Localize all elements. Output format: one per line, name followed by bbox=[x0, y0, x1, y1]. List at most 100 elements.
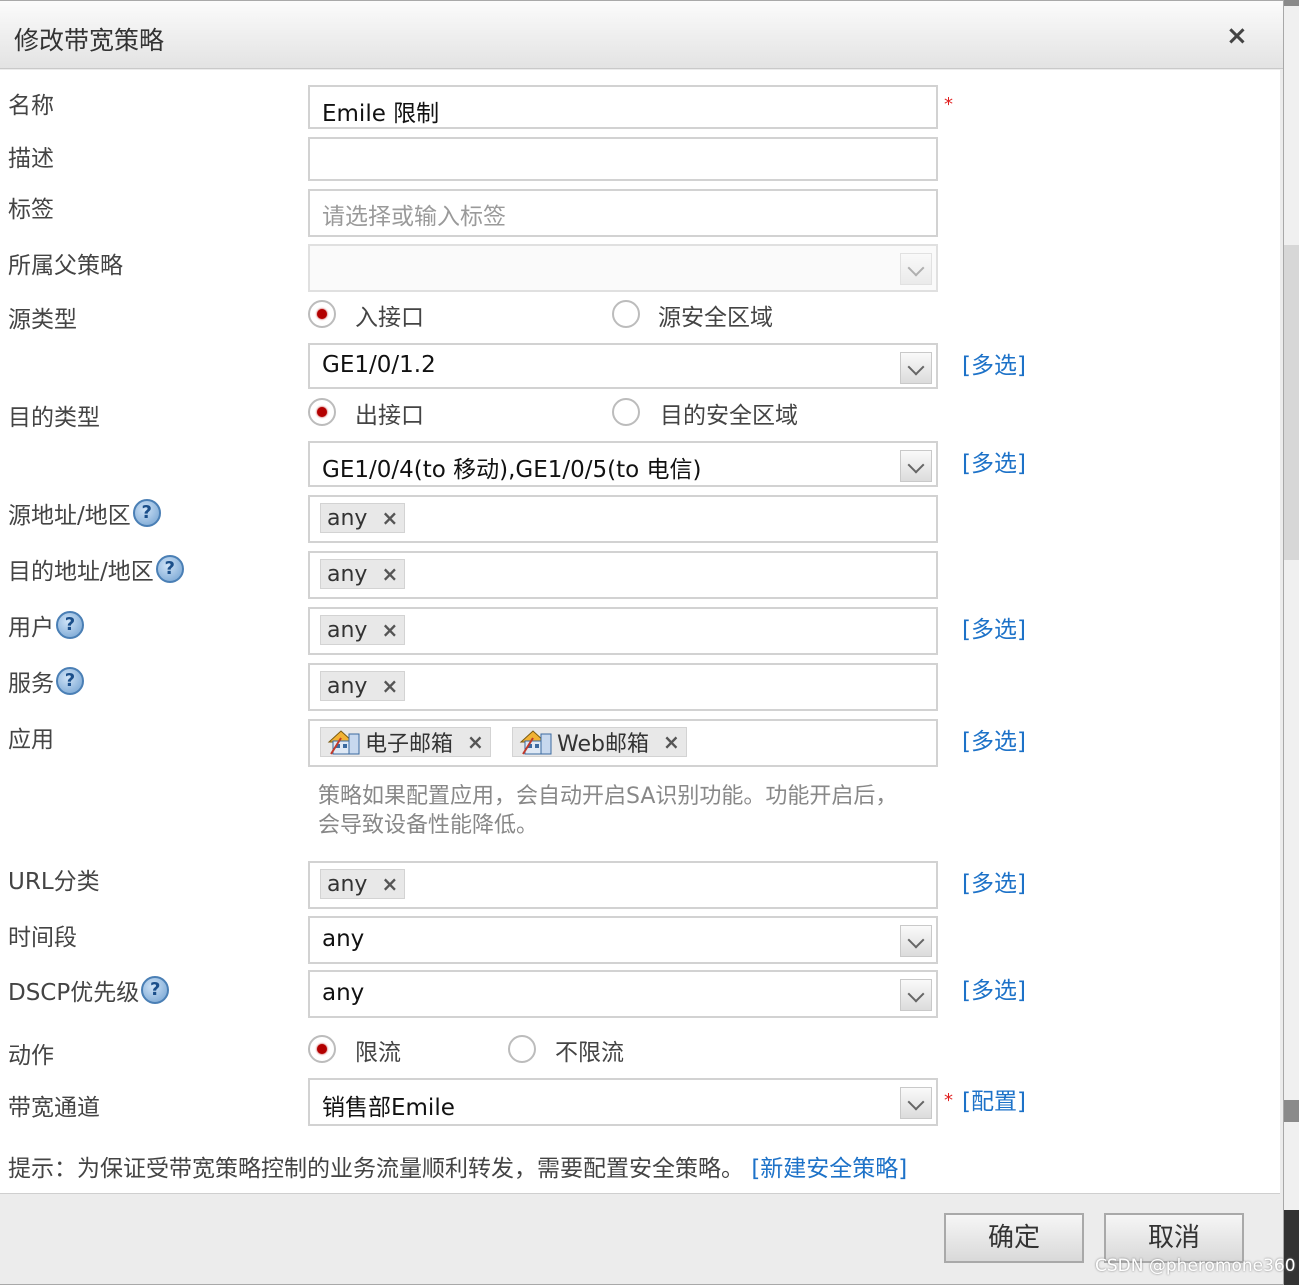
security-policy-tip: 提示：为保证受带宽策略控制的业务流量顺利转发，需要配置安全策略。 [新建安全策略… bbox=[8, 1149, 907, 1183]
bandwidth-channel-value: 销售部Emile bbox=[322, 1095, 455, 1121]
radio-rate-limit[interactable] bbox=[308, 1035, 336, 1063]
parent-policy-select[interactable] bbox=[308, 244, 938, 292]
dest-address-label: 目的地址/地区 ? bbox=[8, 552, 184, 586]
radio-rate-limit-label: 限流 bbox=[355, 1040, 401, 1066]
application-icon bbox=[519, 730, 552, 755]
tags-input[interactable]: 请选择或输入标签 bbox=[308, 189, 938, 237]
user-multi-select-link[interactable]: [多选] bbox=[962, 610, 1026, 644]
time-range-select[interactable]: any bbox=[308, 916, 938, 964]
chevron-down-icon[interactable] bbox=[900, 1087, 932, 1119]
action-label: 动作 bbox=[8, 1043, 54, 1069]
chevron-down-icon[interactable] bbox=[900, 450, 932, 482]
chevron-down-icon[interactable] bbox=[900, 925, 932, 957]
dest-interface-select[interactable]: GE1/0/4(to 移动),GE1/0/5(to 电信) bbox=[308, 441, 938, 487]
dest-interface-multi-select-link[interactable]: [多选] bbox=[962, 444, 1026, 478]
edit-bandwidth-policy-dialog: 修改带宽策略 × 名称 Emile 限制 * 描述 标签 请选择或输入标签 所属… bbox=[0, 0, 1284, 1285]
application-multi-select-link[interactable]: [多选] bbox=[962, 722, 1026, 756]
application-note: 策略如果配置应用，会自动开启SA识别功能。功能开启后，会导致设备性能降低。 bbox=[318, 784, 898, 838]
bandwidth-channel-config-link[interactable]: [配置] bbox=[962, 1082, 1026, 1116]
tip-text: 提示：为保证受带宽策略控制的业务流量顺利转发，需要配置安全策略。 bbox=[8, 1156, 744, 1182]
tag-remove-icon[interactable]: × bbox=[381, 618, 398, 642]
bandwidth-channel-label: 带宽通道 bbox=[8, 1095, 100, 1121]
name-input[interactable]: Emile 限制 bbox=[308, 85, 938, 129]
background-panel bbox=[1284, 245, 1299, 560]
tag-remove-icon[interactable]: × bbox=[381, 674, 398, 698]
help-icon[interactable]: ? bbox=[132, 499, 161, 527]
time-range-value: any bbox=[322, 926, 365, 952]
chevron-down-icon[interactable] bbox=[900, 979, 932, 1011]
dest-address-input[interactable]: any × bbox=[308, 551, 938, 599]
new-security-policy-link[interactable]: [新建安全策略] bbox=[751, 1156, 907, 1182]
source-address-input[interactable]: any × bbox=[308, 495, 938, 543]
radio-source-security-zone-label: 源安全区域 bbox=[658, 305, 773, 331]
tag-remove-icon[interactable]: × bbox=[381, 562, 398, 586]
application-tag-email: 电子邮箱 × bbox=[320, 727, 491, 757]
tags-placeholder: 请选择或输入标签 bbox=[322, 204, 506, 230]
application-label: 应用 bbox=[8, 727, 54, 753]
help-icon[interactable]: ? bbox=[155, 555, 184, 583]
bandwidth-channel-select[interactable]: 销售部Emile bbox=[308, 1078, 938, 1126]
user-label: 用户 ? bbox=[8, 608, 84, 642]
application-icon bbox=[327, 730, 360, 755]
radio-outbound-interface[interactable] bbox=[308, 398, 336, 426]
tag-remove-icon[interactable]: × bbox=[467, 730, 484, 754]
source-interface-value: GE1/0/1.2 bbox=[322, 352, 436, 378]
source-address-tag: any × bbox=[320, 503, 406, 533]
dest-type-label: 目的类型 bbox=[8, 405, 100, 431]
radio-inbound-interface[interactable] bbox=[308, 300, 336, 328]
tag-label: any bbox=[327, 561, 368, 587]
url-category-multi-select-link[interactable]: [多选] bbox=[962, 864, 1026, 898]
dscp-label-text: DSCP优先级 bbox=[8, 980, 140, 1006]
tag-remove-icon[interactable]: × bbox=[663, 730, 680, 754]
url-category-label: URL分类 bbox=[8, 869, 100, 895]
chevron-down-icon[interactable] bbox=[900, 352, 932, 384]
source-interface-select[interactable]: GE1/0/1.2 bbox=[308, 343, 938, 389]
tag-label: any bbox=[327, 673, 368, 699]
source-address-label: 源地址/地区 ? bbox=[8, 496, 161, 530]
user-input[interactable]: any × bbox=[308, 607, 938, 655]
service-label-text: 服务 bbox=[8, 671, 54, 697]
bandwidth-channel-required-mark: * bbox=[944, 1090, 953, 1111]
chevron-down-icon[interactable] bbox=[900, 253, 932, 285]
dscp-multi-select-link[interactable]: [多选] bbox=[962, 971, 1026, 1005]
time-range-label: 时间段 bbox=[8, 925, 77, 951]
url-category-input[interactable]: any × bbox=[308, 861, 938, 909]
help-icon[interactable]: ? bbox=[56, 667, 84, 695]
tag-label: any bbox=[327, 871, 368, 897]
tag-label: 电子邮箱 bbox=[365, 732, 454, 757]
close-icon[interactable]: × bbox=[1226, 21, 1248, 51]
radio-dest-security-zone-label: 目的安全区域 bbox=[660, 403, 798, 429]
name-input-value: Emile 限制 bbox=[322, 101, 440, 127]
help-icon[interactable]: ? bbox=[141, 976, 170, 1004]
dscp-select[interactable]: any bbox=[308, 970, 938, 1018]
radio-dest-security-zone[interactable] bbox=[612, 398, 640, 426]
description-input[interactable] bbox=[308, 137, 938, 181]
source-interface-multi-select-link[interactable]: [多选] bbox=[962, 346, 1026, 380]
description-label: 描述 bbox=[8, 146, 54, 172]
service-tag: any × bbox=[320, 671, 406, 701]
ok-button[interactable]: 确定 bbox=[944, 1213, 1084, 1263]
tag-remove-icon[interactable]: × bbox=[381, 872, 398, 896]
dialog-body: 名称 Emile 限制 * 描述 标签 请选择或输入标签 所属父策略 源类型 入… bbox=[0, 70, 1280, 1194]
name-required-mark: * bbox=[944, 94, 953, 115]
application-input[interactable]: 电子邮箱 × Web邮箱 × bbox=[308, 719, 938, 767]
dscp-value: any bbox=[322, 980, 365, 1006]
url-category-tag: any × bbox=[320, 869, 406, 899]
radio-source-security-zone[interactable] bbox=[612, 300, 640, 328]
tag-label: any bbox=[327, 505, 368, 531]
name-label: 名称 bbox=[8, 93, 54, 119]
dscp-label: DSCP优先级 ? bbox=[8, 973, 170, 1007]
radio-inbound-interface-label: 入接口 bbox=[355, 305, 424, 331]
tag-remove-icon[interactable]: × bbox=[381, 506, 398, 530]
application-tag-webmail: Web邮箱 × bbox=[512, 727, 687, 757]
parent-policy-label: 所属父策略 bbox=[8, 253, 123, 279]
radio-no-rate-limit[interactable] bbox=[508, 1035, 536, 1063]
help-icon[interactable]: ? bbox=[56, 611, 84, 639]
user-label-text: 用户 bbox=[8, 615, 54, 641]
background-block bbox=[1282, 1100, 1299, 1122]
dest-address-tag: any × bbox=[320, 559, 406, 589]
tag-label: Web邮箱 bbox=[557, 732, 649, 757]
service-input[interactable]: any × bbox=[308, 663, 938, 711]
source-address-label-text: 源地址/地区 bbox=[8, 503, 131, 529]
dialog-titlebar: 修改带宽策略 × bbox=[0, 1, 1283, 69]
